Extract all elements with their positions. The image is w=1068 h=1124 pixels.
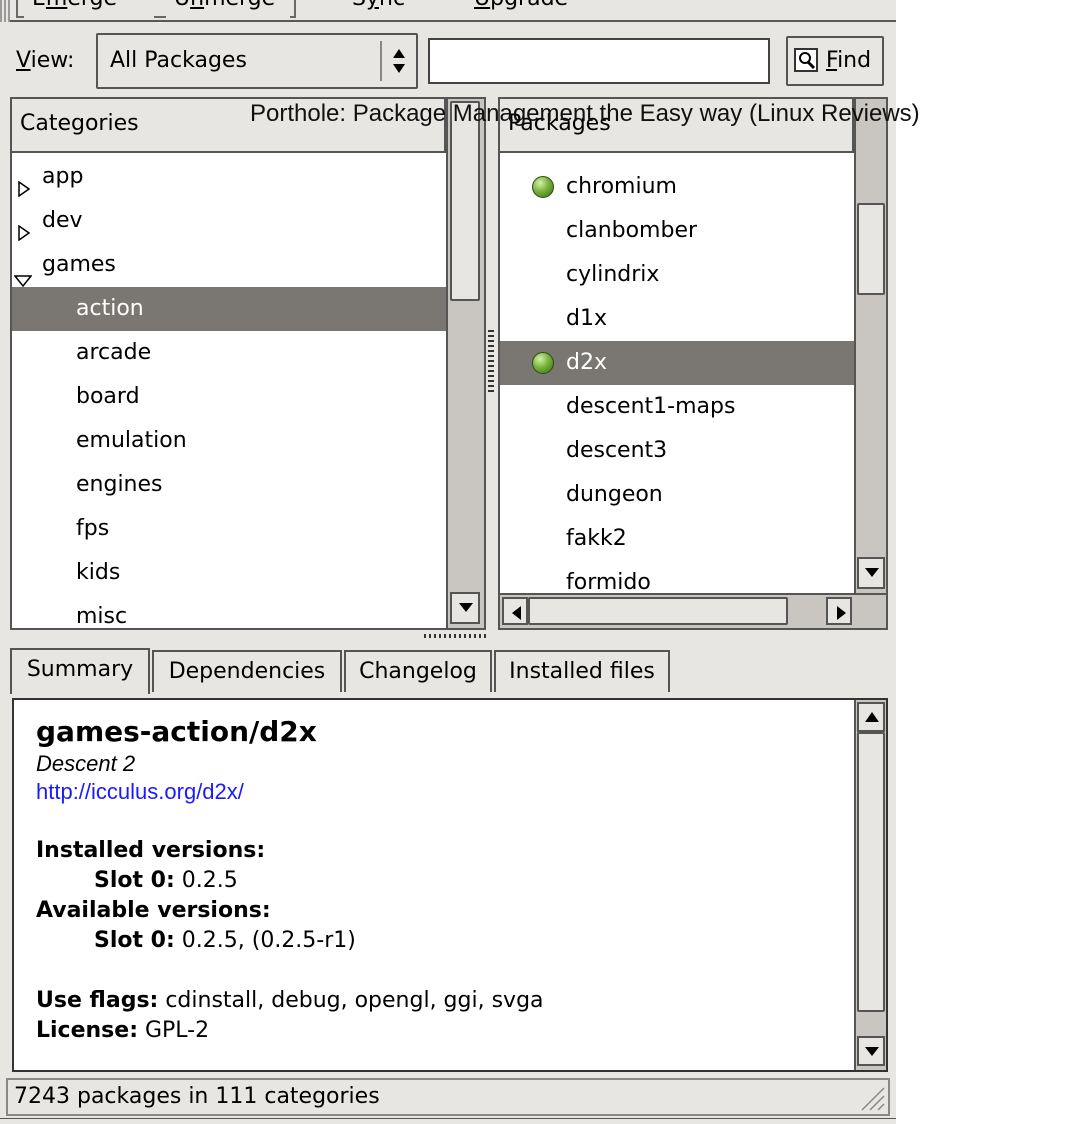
packages-hscroll-thumb[interactable] (528, 597, 788, 625)
categories-scrollbar[interactable] (446, 99, 484, 628)
status-text: 7243 packages in 111 categories (14, 1084, 380, 1109)
emerge-button[interactable]: Emerge (24, 0, 154, 20)
sync-button[interactable]: Sync (344, 0, 434, 20)
search-input[interactable] (428, 38, 770, 84)
category-row-misc[interactable]: misc (12, 595, 446, 628)
window-bottom-edge (0, 1118, 896, 1124)
porthole-window: Emerge Unmerge Sync Upgrade View: All Pa… (0, 0, 896, 1124)
pane-resize-handle-horizontal[interactable] (424, 634, 488, 638)
category-row-board[interactable]: board (12, 375, 446, 419)
packages-scroll-thumb[interactable] (857, 203, 885, 295)
categories-scroll-thumb[interactable] (450, 101, 480, 301)
package-row-d2x[interactable]: d2x (500, 341, 854, 385)
summary-view: games-action/d2x Descent 2 http://icculu… (12, 698, 888, 1072)
use-flags: Use flags: cdinstall, debug, opengl, ggi… (36, 988, 544, 1013)
pane-resize-handle[interactable] (488, 330, 494, 394)
category-row-games[interactable]: games (12, 243, 446, 288)
arrow-left-icon (512, 606, 521, 620)
toolbar-grip[interactable] (0, 0, 10, 22)
status-bar: 7243 packages in 111 categories (6, 1078, 890, 1116)
category-row-engines[interactable]: engines (12, 463, 446, 507)
summary-scroll-thumb[interactable] (857, 732, 885, 1012)
tab-changelog[interactable]: Changelog (344, 650, 492, 692)
installed-versions-label: Installed versions: (36, 838, 266, 863)
packages-scrollbar[interactable] (854, 99, 886, 593)
installed-icon (532, 176, 554, 198)
packages-scroll-left[interactable] (502, 597, 528, 625)
category-row-app[interactable]: app (12, 155, 446, 199)
screenshot-caption: Porthole: Package Management the Easy wa… (250, 100, 920, 127)
package-row-clanbomber[interactable]: clanbomber (500, 209, 854, 253)
license: License: GPL-2 (36, 1018, 210, 1043)
arrow-down-icon (865, 568, 879, 577)
tab-summary[interactable]: Summary (10, 648, 150, 694)
package-row-fakk2[interactable]: fakk2 (500, 517, 854, 561)
package-name: games-action/d2x (36, 715, 317, 748)
category-row-emulation[interactable]: emulation (12, 419, 446, 463)
categories-scroll-down[interactable] (450, 592, 480, 624)
find-icon (794, 48, 818, 72)
arrow-right-icon (837, 606, 846, 620)
category-row-action[interactable]: action (12, 287, 446, 331)
package-row-dungeon[interactable]: dungeon (500, 473, 854, 517)
summary-scroll-down[interactable] (857, 1036, 885, 1066)
packages-hscrollbar[interactable] (500, 593, 886, 628)
find-button[interactable]: Find (786, 36, 884, 86)
packages-list: chromium clanbomber cylindrix d1x d2x de… (500, 153, 854, 593)
updown-arrows-icon (393, 49, 405, 73)
installed-icon (532, 352, 554, 374)
summary-scrollbar[interactable] (854, 700, 886, 1070)
summary-scroll-up[interactable] (857, 702, 885, 732)
category-row-arcade[interactable]: arcade (12, 331, 446, 375)
unmerge-button[interactable]: Unmerge (166, 0, 290, 20)
view-combo-value: All Packages (110, 48, 247, 73)
package-row-descent1-maps[interactable]: descent1-maps (500, 385, 854, 429)
packages-scroll-down[interactable] (857, 557, 885, 589)
combo-separator (380, 41, 382, 81)
view-label: View: (16, 48, 75, 73)
available-slot: Slot 0: 0.2.5, (0.2.5-r1) (94, 928, 356, 953)
tab-installed-files[interactable]: Installed files (494, 650, 670, 692)
package-row-formido[interactable]: formido (500, 561, 854, 593)
package-row-d1x[interactable]: d1x (500, 297, 854, 341)
package-row-cylindrix[interactable]: cylindrix (500, 253, 854, 297)
view-combo[interactable]: All Packages (96, 33, 418, 89)
packages-panel: Packages chromium clanbomber cylindrix d… (498, 97, 888, 630)
resize-grip-icon[interactable] (856, 1082, 886, 1112)
homepage-link[interactable]: http://icculus.org/d2x/ (36, 778, 856, 806)
package-description: Descent 2 (36, 751, 136, 776)
category-row-fps[interactable]: fps (12, 507, 446, 551)
package-row-descent3[interactable]: descent3 (500, 429, 854, 473)
tab-dependencies[interactable]: Dependencies (152, 650, 342, 692)
category-row-dev[interactable]: dev (12, 199, 446, 243)
categories-panel: Categories app dev games action arcade b… (10, 97, 486, 630)
category-row-kids[interactable]: kids (12, 551, 446, 595)
available-versions-label: Available versions: (36, 898, 271, 923)
arrow-down-icon (865, 1047, 879, 1056)
installed-slot: Slot 0: 0.2.5 (94, 868, 238, 893)
package-row-chromium[interactable]: chromium (500, 165, 854, 209)
arrow-up-icon (865, 712, 879, 722)
packages-scroll-right[interactable] (826, 597, 852, 625)
categories-list: app dev games action arcade board emulat… (12, 155, 446, 628)
arrow-down-icon (459, 603, 473, 612)
upgrade-button[interactable]: Upgrade (466, 0, 586, 20)
